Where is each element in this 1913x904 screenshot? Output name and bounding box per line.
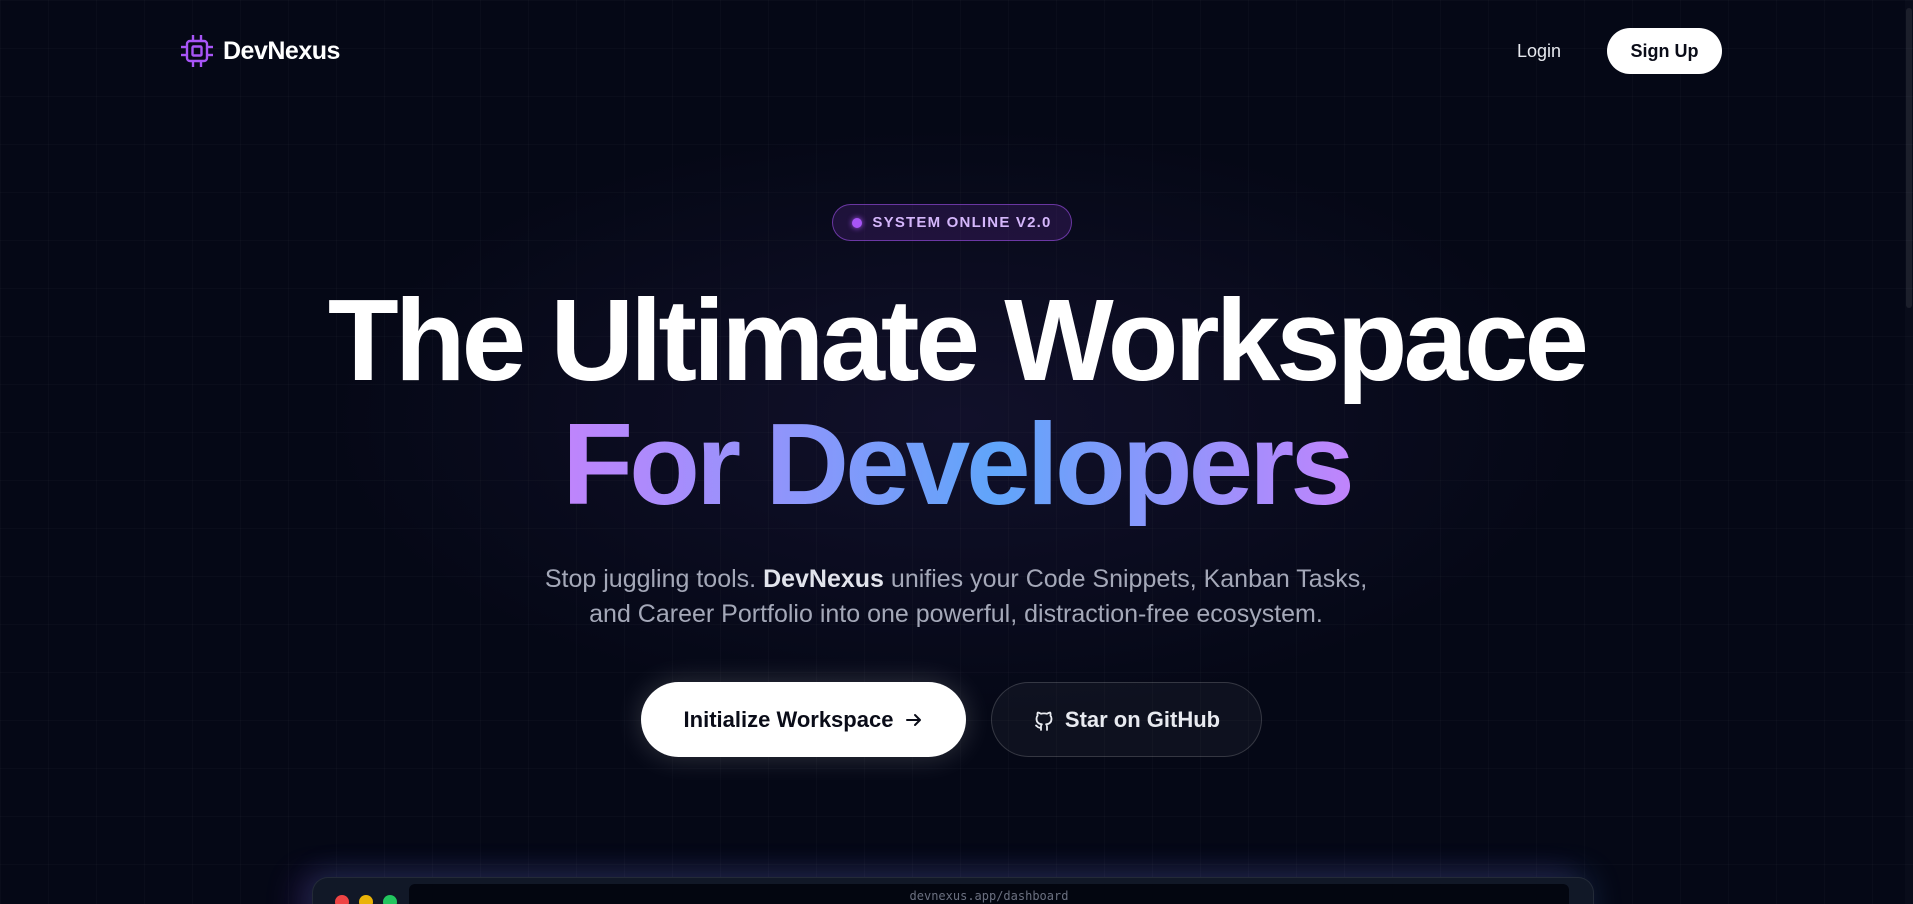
headline-line-2-gradient: For Developers bbox=[562, 399, 1355, 529]
top-nav: DevNexus Login Sign Up bbox=[0, 0, 1913, 104]
star-on-github-button[interactable]: Star on GitHub bbox=[991, 682, 1262, 757]
arrow-right-icon bbox=[906, 713, 922, 726]
subtitle-part-2: unifies your Code Snippets, Kanban Tasks… bbox=[883, 565, 1368, 593]
status-dot-icon bbox=[852, 217, 863, 228]
login-link[interactable]: Login bbox=[1517, 41, 1561, 62]
status-badge: SYSTEM ONLINE V2.0 bbox=[832, 204, 1072, 241]
hero-headline: The Ultimate Workspace For Developers bbox=[0, 278, 1913, 555]
subtitle-line-2: and Career Portfolio into one powerful, … bbox=[589, 600, 1323, 628]
hero-subtitle: Stop juggling tools. DevNexus unifies yo… bbox=[456, 562, 1456, 632]
brand-logo-link[interactable]: DevNexus bbox=[181, 34, 340, 68]
status-badge-text: SYSTEM ONLINE V2.0 bbox=[872, 214, 1052, 231]
brand-name: DevNexus bbox=[223, 36, 340, 65]
initialize-workspace-button[interactable]: Initialize Workspace bbox=[641, 682, 966, 757]
page-scrollbar-thumb[interactable] bbox=[1906, 8, 1912, 308]
headline-line-1: The Ultimate Workspace bbox=[327, 275, 1589, 405]
signup-button[interactable]: Sign Up bbox=[1607, 28, 1722, 74]
initialize-workspace-label: Initialize Workspace bbox=[683, 706, 894, 732]
window-close-dot-icon bbox=[335, 895, 349, 904]
cpu-chip-icon bbox=[181, 35, 213, 67]
window-maximize-dot-icon bbox=[383, 895, 397, 904]
window-minimize-dot-icon bbox=[359, 895, 373, 904]
landing-page: DevNexus Login Sign Up SYSTEM ONLINE V2.… bbox=[0, 0, 1913, 904]
github-icon bbox=[1034, 711, 1053, 731]
subtitle-part-1: Stop juggling tools. bbox=[544, 565, 764, 593]
preview-url-bar: devnexus.app/dashboard bbox=[409, 884, 1569, 904]
subtitle-brand: DevNexus bbox=[763, 565, 884, 593]
star-on-github-label: Star on GitHub bbox=[1064, 706, 1221, 732]
dashboard-preview-window: devnexus.app/dashboard bbox=[312, 877, 1594, 904]
